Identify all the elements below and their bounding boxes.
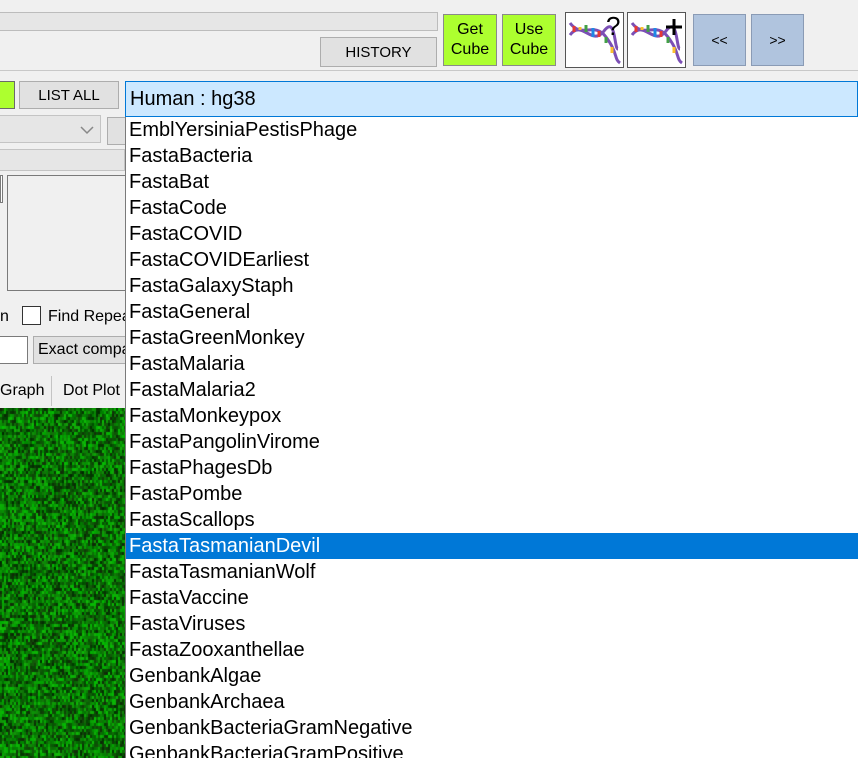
dna-plus-icon xyxy=(630,19,683,65)
tab-dot-plot-label: Dot Plot xyxy=(63,382,120,399)
dropdown-option[interactable]: GenbankBacteriaGramPositive xyxy=(126,741,858,758)
option-prefix-label: n xyxy=(0,308,9,325)
dna-add-button[interactable] xyxy=(627,12,686,68)
history-button[interactable]: HISTORY xyxy=(320,37,437,67)
get-cube-button[interactable]: Get Cube xyxy=(443,14,497,66)
left-combobox[interactable] xyxy=(0,115,101,143)
exact-compare-button[interactable]: Exact compa xyxy=(33,336,127,364)
dropdown-option[interactable]: GenbankBacteriaGramNegative xyxy=(126,715,858,741)
green-action-button[interactable] xyxy=(0,81,15,109)
find-repeat-label: Find Repea xyxy=(48,308,131,325)
list-all-button[interactable]: LIST ALL xyxy=(19,81,119,109)
genome-select-value: Human : hg38 xyxy=(130,88,256,110)
dropdown-option[interactable]: FastaMalaria2 xyxy=(126,377,858,403)
dropdown-option[interactable]: FastaTasmanianWolf xyxy=(126,559,858,585)
sequence-heatmap xyxy=(0,408,125,758)
dropdown-option[interactable]: FastaPangolinVirome xyxy=(126,429,858,455)
dropdown-option[interactable]: FastaPombe xyxy=(126,481,858,507)
left-text-area[interactable] xyxy=(7,175,129,291)
compare-input[interactable] xyxy=(0,336,28,364)
dna-help-button[interactable]: ? xyxy=(565,11,624,68)
left-small-button[interactable] xyxy=(107,117,127,145)
dropdown-option[interactable]: FastaMalaria xyxy=(126,351,858,377)
left-strip xyxy=(0,149,125,171)
dropdown-option[interactable]: FastaGalaxyStaph xyxy=(126,273,858,299)
dropdown-option[interactable]: FastaPhagesDb xyxy=(126,455,858,481)
tab-graph-label: Graph xyxy=(0,382,45,399)
dropdown-option[interactable]: FastaBat xyxy=(126,169,858,195)
dropdown-option[interactable]: FastaBacteria xyxy=(126,143,858,169)
svg-text:?: ? xyxy=(606,13,620,41)
get-cube-label-2: Cube xyxy=(450,41,490,58)
toolbar-divider xyxy=(0,70,858,71)
find-repeat-checkbox[interactable] xyxy=(22,306,41,325)
dropdown-option[interactable]: FastaCOVID xyxy=(126,221,858,247)
dropdown-option[interactable]: FastaScallops xyxy=(126,507,858,533)
dropdown-option[interactable]: FastaCOVIDEarliest xyxy=(126,247,858,273)
dropdown-option[interactable]: FastaViruses xyxy=(126,611,858,637)
tab-dot-plot[interactable]: Dot Plot xyxy=(53,376,127,406)
prev-button[interactable]: << xyxy=(693,14,746,66)
dropdown-option[interactable]: GenbankArchaea xyxy=(126,689,858,715)
top-progress-bar xyxy=(0,12,438,31)
dropdown-option[interactable]: FastaMonkeypox xyxy=(126,403,858,429)
dropdown-option[interactable]: FastaZooxanthellae xyxy=(126,637,858,663)
dropdown-option[interactable]: FastaGreenMonkey xyxy=(126,325,858,351)
tab-graph[interactable]: Graph xyxy=(0,376,52,406)
use-cube-label-1: Use xyxy=(514,21,544,38)
use-cube-button[interactable]: Use Cube xyxy=(502,14,556,66)
dropdown-option[interactable]: FastaCode xyxy=(126,195,858,221)
chevron-down-icon xyxy=(80,126,94,135)
dna-question-icon: ? xyxy=(568,11,621,65)
use-cube-label-2: Cube xyxy=(509,41,549,58)
genome-select[interactable]: Human : hg38 xyxy=(125,81,858,117)
dropdown-option[interactable]: EmblYersiniaPestisPhage xyxy=(126,117,858,143)
dropdown-option[interactable]: FastaTasmanianDevil xyxy=(126,533,858,559)
next-button[interactable]: >> xyxy=(751,14,804,66)
left-text-panel[interactable] xyxy=(0,175,3,203)
dropdown-option[interactable]: GenbankAlgae xyxy=(126,663,858,689)
genome-dropdown-list[interactable]: EmblYersiniaPestisPhage FastaBacteria Fast… xyxy=(125,117,858,758)
dropdown-option[interactable]: FastaGeneral xyxy=(126,299,858,325)
exact-compare-label: Exact compa xyxy=(38,341,127,358)
dropdown-option[interactable]: FastaVaccine xyxy=(126,585,858,611)
get-cube-label-1: Get xyxy=(457,21,483,38)
